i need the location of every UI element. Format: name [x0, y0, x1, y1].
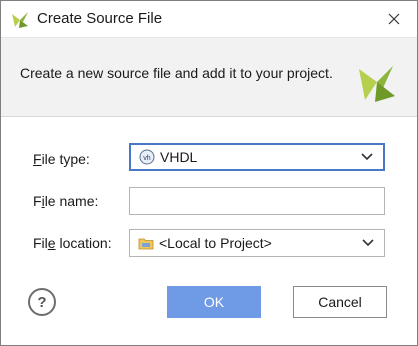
chevron-down-icon [362, 239, 374, 247]
vivado-logo-icon [359, 66, 395, 102]
file-name-label: File name: [33, 193, 99, 209]
window-title: Create Source File [37, 10, 163, 27]
dialog-header: Create a new source file and add it to y… [1, 37, 417, 117]
folder-icon [138, 238, 154, 250]
chevron-down-icon [361, 153, 373, 161]
vhdl-icon: vh [139, 149, 155, 165]
file-name-input[interactable] [129, 187, 385, 215]
file-type-select[interactable]: vh VHDL [129, 143, 385, 171]
file-type-label: File type: [33, 151, 90, 167]
file-location-label: File location: [33, 235, 112, 251]
file-type-value: VHDL [160, 149, 198, 165]
cancel-button[interactable]: Cancel [293, 286, 387, 318]
ok-button[interactable]: OK [167, 286, 261, 318]
dialog-description: Create a new source file and add it to y… [20, 65, 333, 81]
file-location-select[interactable]: <Local to Project> [129, 229, 385, 257]
create-source-file-dialog: Create Source File Create a new source f… [0, 0, 418, 346]
close-button[interactable] [379, 5, 409, 33]
close-icon [388, 13, 400, 25]
svg-text:vh: vh [143, 155, 151, 162]
app-logo-icon [12, 12, 28, 28]
help-button[interactable]: ? [28, 288, 56, 316]
file-location-value: <Local to Project> [159, 235, 272, 251]
title-bar: Create Source File [1, 1, 417, 37]
